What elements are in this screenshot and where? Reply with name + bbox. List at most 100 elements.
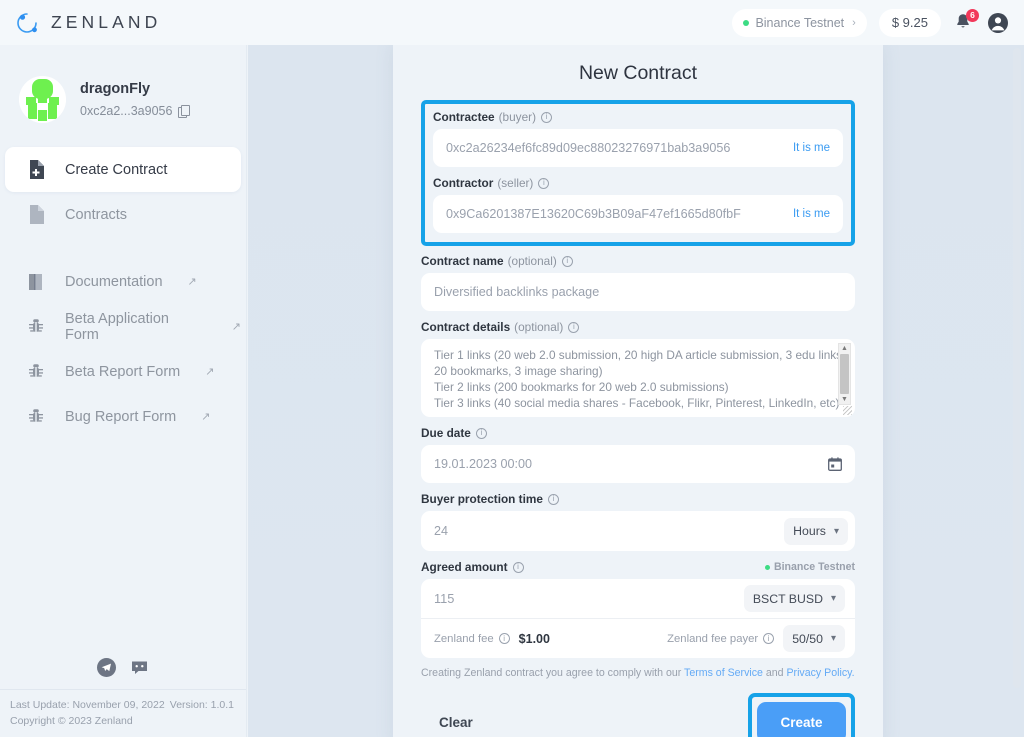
terms-text: Creating Zenland contract you agree to c… [421, 667, 855, 679]
form-actions: Clear Create [421, 691, 855, 737]
top-bar-actions: Binance Testnet › $ 9.25 6 [732, 8, 1024, 37]
contractee-it-is-me-link[interactable]: It is me [793, 142, 830, 154]
telegram-icon[interactable] [97, 658, 116, 677]
protection-time-unit-value: Hours [793, 524, 826, 538]
scroll-up-arrow-icon[interactable]: ▲ [841, 344, 848, 353]
discord-icon[interactable] [130, 658, 149, 677]
info-icon[interactable]: i [568, 321, 580, 333]
due-date-value: 19.01.2023 00:00 [434, 457, 533, 471]
sidebar-item-bug-report-form[interactable]: Bug Report Form ↗ [5, 394, 241, 439]
create-button-highlight: Create [748, 692, 855, 737]
external-link-icon: ↗ [231, 321, 241, 333]
amount-network-tag: Binance Testnet [764, 561, 855, 573]
page-scrollbar[interactable] [1013, 48, 1021, 688]
protection-time-unit-select[interactable]: Hours ▾ [784, 517, 848, 545]
fee-payer-select[interactable]: 50/50 ▾ [783, 625, 845, 652]
file-plus-icon [27, 160, 45, 179]
textarea-scrollbar[interactable]: ▲ ▼ [838, 343, 851, 405]
sidebar-item-label: Beta Application Form [65, 310, 169, 343]
sidebar-item-label: Contracts [65, 206, 128, 223]
contract-name-label-text: Contract name [421, 254, 504, 268]
contract-details-textarea[interactable]: Tier 1 links (20 web 2.0 submission, 20 … [421, 339, 855, 417]
contract-name-input[interactable]: Diversified backlinks package [421, 273, 855, 311]
contract-details-line: Tier 1 links (20 web 2.0 submission, 20 … [434, 348, 846, 362]
social-links [0, 658, 246, 689]
sidebar-item-beta-application-form[interactable]: Beta Application Form ↗ [5, 304, 241, 349]
contractor-sublabel: (seller) [497, 176, 534, 190]
clear-button[interactable]: Clear [421, 715, 473, 730]
buyer-protection-value: 24 [434, 524, 449, 538]
account-circle-icon[interactable] [987, 12, 1009, 34]
sidebar: dragonFly 0xc2a2...3a9056 Create Contrac… [0, 45, 247, 737]
due-date-input[interactable]: 19.01.2023 00:00 [421, 445, 855, 483]
contract-details-field: Contract details (optional) i Tier 1 lin… [421, 320, 855, 417]
balance-display[interactable]: $ 9.25 [878, 8, 941, 37]
amount-network-label: Binance Testnet [773, 561, 855, 573]
brand-logo[interactable]: ZENLAND [0, 10, 161, 36]
calendar-icon[interactable] [828, 457, 842, 471]
agreed-amount-value: 115 [434, 591, 455, 606]
contract-details-line: Tier 3 links (40 social media shares - F… [434, 396, 840, 410]
terms-of-service-link[interactable]: Terms of Service [684, 667, 763, 679]
contract-name-sublabel: (optional) [507, 254, 557, 268]
sidebar-item-documentation[interactable]: Documentation ↗ [5, 259, 241, 304]
contractor-field: Contractor (seller) i 0x9Ca6201387E13620… [433, 176, 843, 233]
user-profile[interactable]: dragonFly 0xc2a2...3a9056 [0, 45, 246, 131]
info-icon[interactable]: i [512, 561, 524, 573]
chevron-down-icon: ▾ [830, 633, 836, 644]
info-icon[interactable]: i [538, 177, 550, 189]
contract-details-label: Contract details (optional) i [421, 320, 855, 334]
sidebar-divider-space [0, 237, 246, 259]
sidebar-item-create-contract[interactable]: Create Contract [5, 147, 241, 192]
sidebar-nav: Create Contract Contracts Documentation [0, 147, 246, 439]
contractor-input[interactable]: 0x9Ca6201387E13620C69b3B09aF47ef1665d80f… [433, 195, 843, 233]
contractee-label-text: Contractee [433, 110, 495, 124]
contract-name-field: Contract name (optional) i Diversified b… [421, 254, 855, 311]
book-icon [27, 272, 45, 291]
contract-name-label: Contract name (optional) i [421, 254, 855, 268]
chevron-right-icon: › [852, 16, 856, 29]
info-icon[interactable]: i [561, 255, 573, 267]
buyer-protection-time-input[interactable]: 24 Hours ▾ [421, 511, 855, 551]
page-title: New Contract [578, 62, 698, 84]
contractor-it-is-me-link[interactable]: It is me [793, 208, 830, 220]
textarea-resize-grip[interactable] [843, 406, 852, 415]
scroll-down-arrow-icon[interactable]: ▼ [841, 395, 848, 404]
network-label: Binance Testnet [755, 15, 845, 30]
due-date-label: Due date i [421, 426, 855, 440]
notifications-button[interactable]: 6 [953, 8, 979, 35]
copyright-text: Copyright © 2023 Zenland [10, 715, 133, 727]
contractee-value: 0xc2a26234ef6fc89d09ec88023276971bab3a90… [446, 141, 731, 155]
zenland-circle-logo-icon [14, 10, 40, 36]
fee-payer-value: 50/50 [792, 631, 823, 646]
copy-icon[interactable] [178, 104, 191, 118]
bug-icon [27, 407, 45, 426]
token-select[interactable]: BSCT BUSD ▾ [743, 585, 845, 612]
fee-payer-label-text: Zenland fee payer [667, 632, 759, 645]
create-button[interactable]: Create [757, 701, 846, 737]
sidebar-item-contracts[interactable]: Contracts [5, 192, 241, 237]
contractee-input[interactable]: 0xc2a26234ef6fc89d09ec88023276971bab3a90… [433, 129, 843, 167]
amount-input-row[interactable]: 115 BSCT BUSD ▾ [421, 579, 855, 619]
scrollbar-thumb[interactable] [840, 354, 849, 394]
contractee-field: Contractee (buyer) i 0xc2a26234ef6fc89d0… [433, 110, 843, 167]
info-icon[interactable]: i [541, 111, 552, 123]
sidebar-footer: Last Update: November 09, 2022 Version: … [0, 658, 246, 737]
info-icon[interactable]: i [475, 427, 487, 439]
info-icon[interactable]: i [498, 633, 510, 644]
sidebar-item-label: Beta Report Form [65, 363, 181, 380]
info-icon[interactable]: i [547, 493, 559, 505]
network-selector[interactable]: Binance Testnet › [732, 8, 867, 37]
info-icon[interactable]: i [763, 633, 775, 644]
new-contract-card: New Contract Contractee (buyer) i 0xc2a2… [393, 45, 883, 737]
identicon-avatar [19, 75, 66, 123]
last-update-text: Last Update: November 09, 2022 [10, 699, 165, 711]
contractor-label-text: Contractor [433, 176, 494, 190]
buyer-protection-time-label: Buyer protection time i [421, 492, 855, 506]
terms-mid: and [762, 667, 787, 679]
contractor-value: 0x9Ca6201387E13620C69b3B09aF47ef1665d80f… [446, 207, 741, 221]
sidebar-item-beta-report-form[interactable]: Beta Report Form ↗ [5, 349, 241, 394]
privacy-policy-link[interactable]: Privacy Policy. [786, 667, 854, 679]
fee-payer-label: Zenland fee payer i [667, 632, 775, 645]
file-icon [27, 205, 45, 224]
